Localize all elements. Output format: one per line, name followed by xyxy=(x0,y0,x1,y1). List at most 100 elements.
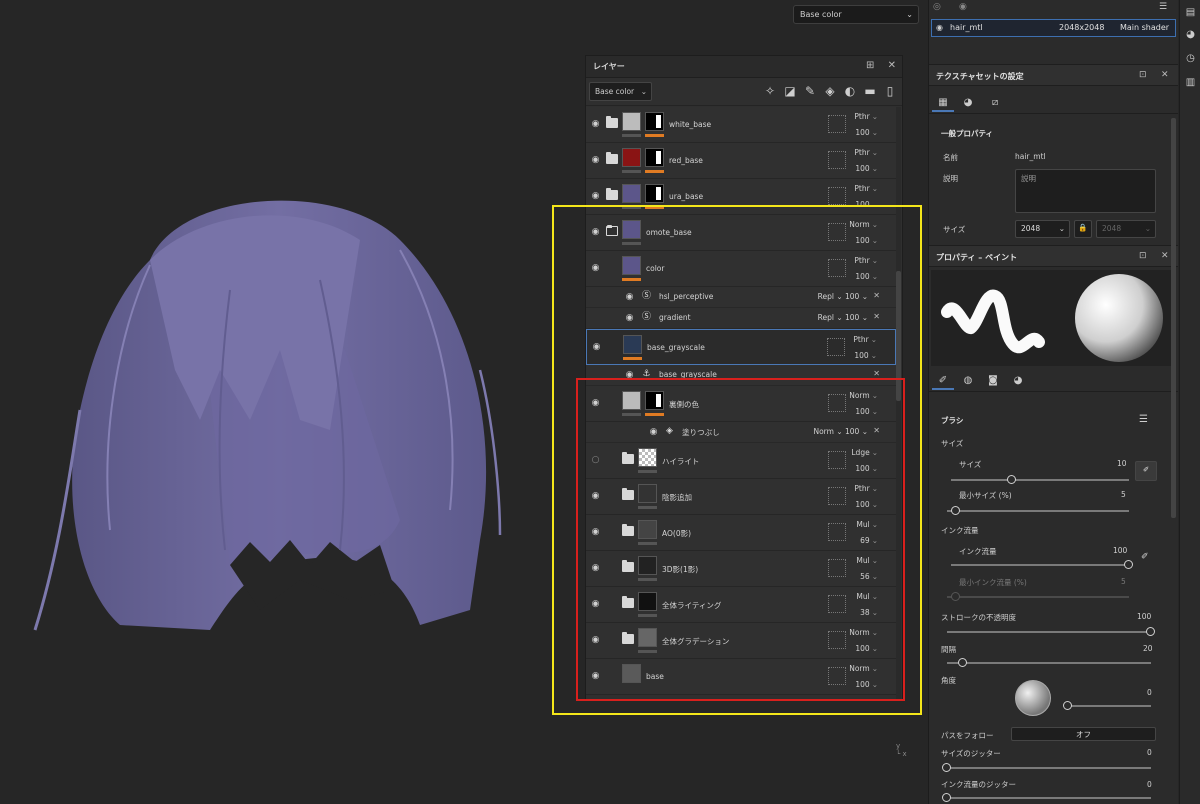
anchor-row[interactable]: ◉ ⚓ base_grayscale ✕ xyxy=(586,365,896,386)
blend-mode[interactable]: Ldge ⌄ xyxy=(851,448,878,457)
layer-row[interactable]: ◉ red_base Pthr ⌄ 100 ⌄ xyxy=(586,143,896,179)
blend-mode[interactable]: Repl ⌄ 100 ⌄ xyxy=(818,292,868,301)
blend-mode[interactable]: Norm ⌄ xyxy=(849,628,878,637)
layer-property-box[interactable] xyxy=(828,631,846,649)
layer-name[interactable]: omote_base xyxy=(646,228,692,237)
opacity[interactable]: 100 ⌄ xyxy=(855,680,878,689)
filter-name[interactable]: gradient xyxy=(659,313,691,322)
tab-stencil-icon[interactable]: ◙ xyxy=(982,372,1004,390)
close-icon[interactable]: ✕ xyxy=(1161,70,1169,80)
delete-icon[interactable]: ▯ xyxy=(883,83,897,99)
folder-icon[interactable] xyxy=(606,188,618,200)
folder-icon[interactable] xyxy=(606,152,618,164)
blend-mode[interactable]: Norm ⌄ xyxy=(849,664,878,673)
layer-row[interactable]: ◉ color Pthr ⌄ 100 ⌄ xyxy=(586,251,896,287)
folder-open-icon[interactable] xyxy=(606,225,618,236)
size-select[interactable]: 2048 ⌄ xyxy=(1015,220,1070,238)
opacity[interactable]: 38 ⌄ xyxy=(860,608,878,617)
tab-general-icon[interactable]: ▦ xyxy=(932,94,954,112)
blend-mode[interactable]: Pthr ⌄ xyxy=(854,112,878,121)
blend-mode[interactable]: Pthr ⌄ xyxy=(854,184,878,193)
layer-name[interactable]: ura_base xyxy=(669,192,703,201)
tab-alpha-icon[interactable]: ◍ xyxy=(957,372,979,390)
opacity[interactable]: 100 ⌄ xyxy=(855,272,878,281)
min-size-slider[interactable] xyxy=(947,510,1129,512)
blend-mode[interactable]: Norm ⌄ xyxy=(849,391,878,400)
layer-name[interactable]: red_base xyxy=(669,156,703,165)
layer-property-box[interactable] xyxy=(828,667,846,685)
opacity[interactable]: 100 ⌄ xyxy=(855,128,878,137)
texture-set-row[interactable]: ◉ hair_mtl 2048x2048 Main shader xyxy=(931,19,1176,37)
slider-knob[interactable] xyxy=(1063,701,1072,710)
layer-name[interactable]: 全体グラデーション xyxy=(662,636,729,647)
menu-icon[interactable]: ☰ xyxy=(1159,2,1167,12)
viewport-channel-select[interactable]: Base color ⌄ xyxy=(793,5,919,24)
layer-row[interactable]: ◉ omote_base Norm ⌄ 100 ⌄ xyxy=(586,215,896,251)
layer-name[interactable]: AO(0影) xyxy=(662,528,691,539)
layer-name[interactable]: 陰影追加 xyxy=(662,492,692,503)
effect-icon[interactable]: ◐ xyxy=(843,83,857,99)
opacity[interactable]: 100 ⌄ xyxy=(855,164,878,173)
blend-mode[interactable]: Pthr ⌄ xyxy=(854,484,878,493)
tab-material-icon[interactable]: ◕ xyxy=(957,94,979,112)
pen-pressure-icon[interactable]: ✐ xyxy=(1141,552,1149,562)
opacity[interactable]: 100 ⌄ xyxy=(855,236,878,245)
slider-knob[interactable] xyxy=(951,506,961,515)
blend-mode[interactable]: Mul ⌄ xyxy=(856,592,878,601)
layer-list-scrollbar[interactable] xyxy=(896,107,901,701)
follow-path-toggle[interactable]: オフ xyxy=(1011,727,1156,741)
slider-knob[interactable] xyxy=(1006,475,1016,484)
slider-knob[interactable] xyxy=(942,793,951,802)
layer-property-box[interactable] xyxy=(828,487,846,505)
tab-brush-icon[interactable]: ✐ xyxy=(932,372,954,390)
opacity[interactable]: 100 ⌄ xyxy=(854,351,877,360)
folder-icon[interactable] xyxy=(622,560,634,572)
size-jitter-slider[interactable] xyxy=(947,767,1151,769)
blend-mode[interactable]: Pthr ⌄ xyxy=(854,256,878,265)
layer-name[interactable]: 裏側の色 xyxy=(669,399,699,410)
layer-name[interactable]: base_grayscale xyxy=(647,343,705,352)
eye-slash-icon[interactable]: ◎ xyxy=(933,2,941,12)
layer-row[interactable]: ○ ハイライト Ldge ⌄ 100 ⌄ xyxy=(586,443,896,479)
folder-icon[interactable] xyxy=(622,632,634,644)
description-field[interactable]: 説明 xyxy=(1015,169,1156,213)
effect-name[interactable]: 塗りつぶし xyxy=(682,427,720,438)
eye-closed-icon[interactable]: ○ xyxy=(589,454,602,467)
eye-icon[interactable]: ◉ xyxy=(589,262,602,275)
eye-icon[interactable]: ◉ xyxy=(623,369,636,382)
layer-property-box[interactable] xyxy=(828,115,846,133)
layer-property-box[interactable] xyxy=(828,151,846,169)
preset-menu-icon[interactable]: ☰ xyxy=(1139,414,1148,425)
folder-icon[interactable] xyxy=(606,116,618,128)
stroke-opacity-slider[interactable] xyxy=(947,631,1151,633)
eye-icon[interactable]: ◉ xyxy=(623,312,636,325)
opacity[interactable]: 100 ⌄ xyxy=(855,500,878,509)
blend-mode[interactable]: Mul ⌄ xyxy=(856,556,878,565)
close-icon[interactable]: ✕ xyxy=(1161,251,1169,261)
folder-icon[interactable] xyxy=(622,488,634,500)
lock-icon[interactable]: 🔒 xyxy=(1074,220,1092,238)
ink-jitter-slider[interactable] xyxy=(947,797,1151,799)
eye-icon[interactable]: ◉ xyxy=(589,670,602,683)
angle-slider[interactable] xyxy=(1067,705,1151,707)
opacity[interactable]: 100 ⌄ xyxy=(855,464,878,473)
layer-property-box[interactable] xyxy=(828,595,846,613)
layer-property-box[interactable] xyxy=(828,451,846,469)
opacity[interactable]: 100 ⌄ xyxy=(855,407,878,416)
eye-icon[interactable]: ◉ xyxy=(589,598,602,611)
eye-icon[interactable]: ◉ xyxy=(589,397,602,410)
layer-row[interactable]: ◉ white_base Pthr ⌄ 100 ⌄ xyxy=(586,107,896,143)
log-icon[interactable]: ▥ xyxy=(1184,76,1197,89)
eye-icon[interactable]: ◉ xyxy=(647,426,660,439)
eye-icon[interactable]: ◉ xyxy=(589,526,602,539)
layer-property-box[interactable] xyxy=(828,223,846,241)
ink-flow-slider[interactable] xyxy=(951,564,1129,566)
folder-icon[interactable] xyxy=(622,452,634,464)
eye-icon[interactable]: ◉ xyxy=(589,190,602,203)
slider-knob[interactable] xyxy=(1124,560,1133,569)
layer-property-box[interactable] xyxy=(828,559,846,577)
eye-icon[interactable]: ◉ xyxy=(936,20,943,36)
folder-icon[interactable] xyxy=(622,596,634,608)
opacity[interactable]: 69 ⌄ xyxy=(860,536,878,545)
layer-name[interactable]: base xyxy=(646,672,664,681)
